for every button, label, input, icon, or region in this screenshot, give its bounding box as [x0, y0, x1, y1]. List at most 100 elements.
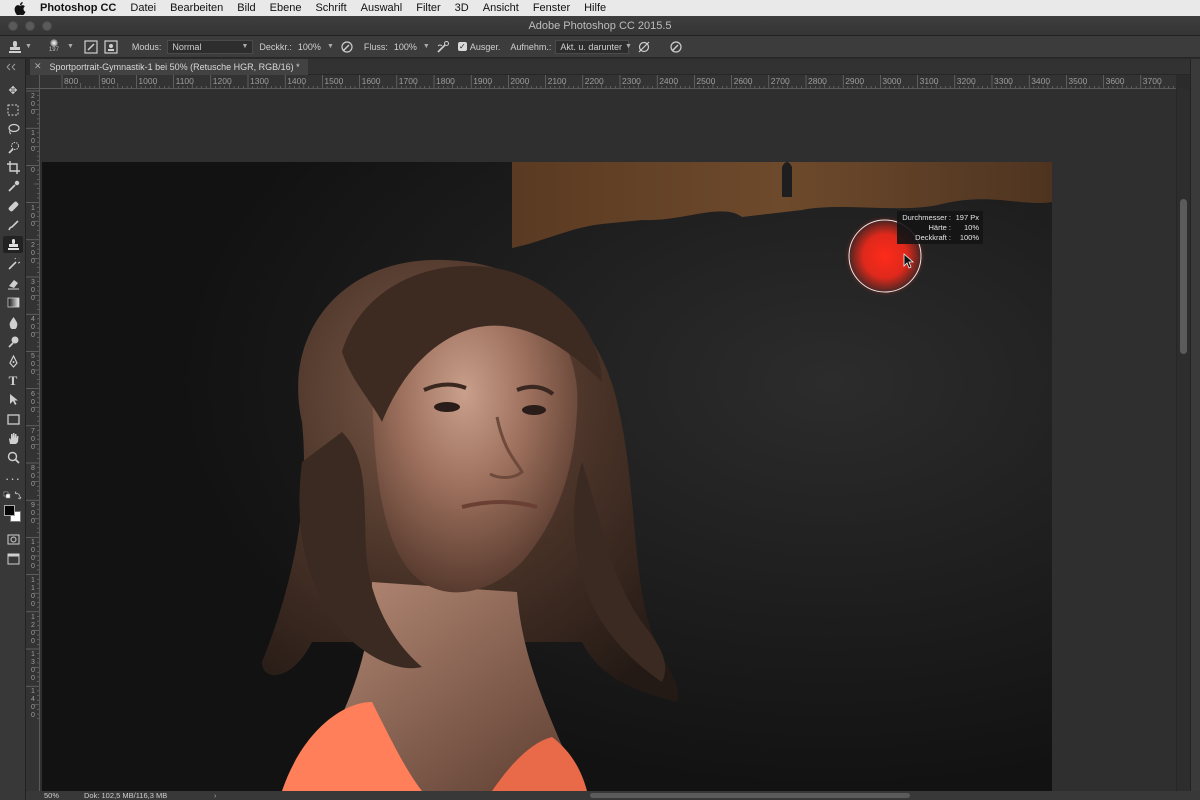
brush-info-tooltip: Durchmesser : 197 Px Härte : 10% Deckkra… — [897, 211, 983, 244]
dodge-tool-icon[interactable] — [3, 333, 23, 350]
chevron-down-icon: ▼ — [25, 43, 32, 50]
portrait-photo — [42, 162, 1052, 791]
ruler-top-label: 3300 — [994, 76, 1013, 86]
menu-ansicht[interactable]: Ansicht — [483, 2, 519, 14]
vertical-ruler[interactable]: 2001000100200300400500600700800900100011… — [26, 89, 40, 791]
zoom-tool-icon[interactable] — [3, 449, 23, 466]
menu-app-photoshop[interactable]: Photoshop CC — [40, 2, 116, 14]
window-close-button[interactable] — [8, 20, 18, 31]
default-colors-icon[interactable] — [3, 491, 23, 501]
close-icon[interactable]: ✕ — [34, 61, 42, 72]
marquee-tool-icon[interactable] — [3, 101, 23, 118]
menu-bearbeiten[interactable]: Bearbeiten — [170, 2, 223, 14]
move-tool-icon[interactable]: ✥ — [3, 82, 23, 99]
brush-preset-picker[interactable]: 197 ▼ — [44, 38, 74, 56]
menu-auswahl[interactable]: Auswahl — [361, 2, 403, 14]
document-image[interactable] — [42, 162, 1052, 791]
window-title: Adobe Photoshop CC 2015.5 — [528, 19, 672, 32]
ruler-top-label: 3400 — [1031, 76, 1051, 86]
healing-brush-tool-icon[interactable] — [3, 198, 23, 215]
zoom-level[interactable]: 50% — [44, 791, 84, 800]
ruler-top-label: 2600 — [733, 76, 753, 86]
document-tab[interactable]: ✕ Sportportrait-Gymnastik-1 bei 50% (Ret… — [30, 58, 308, 75]
ruler-left-label: 1000 — [31, 539, 35, 571]
right-panel-edge[interactable] — [1190, 59, 1200, 800]
ruler-top-label: 2400 — [659, 76, 679, 86]
menu-datei[interactable]: Datei — [130, 2, 156, 14]
quick-mask-icon[interactable] — [3, 531, 23, 548]
ruler-top-label: 1300 — [250, 76, 269, 86]
quick-selection-tool-icon[interactable] — [3, 139, 23, 156]
pen-tool-icon[interactable] — [3, 353, 23, 370]
clone-source-panel-icon[interactable] — [104, 39, 118, 54]
clone-stamp-tool-icon[interactable] — [3, 236, 23, 253]
opacity-input[interactable]: 100% — [295, 42, 324, 52]
mode-select[interactable]: Normal ▼ — [167, 39, 254, 54]
menu-fenster[interactable]: Fenster — [533, 2, 570, 14]
mode-value: Normal — [172, 41, 202, 52]
type-tool-icon[interactable]: T — [3, 372, 23, 389]
brush-opacity-value: 100% — [959, 233, 979, 242]
ruler-origin[interactable] — [26, 75, 40, 89]
ruler-top-label: 1900 — [473, 76, 493, 86]
brush-hardness-value: 10% — [963, 223, 979, 232]
chevron-down-icon[interactable]: ▼ — [423, 43, 430, 50]
history-brush-tool-icon[interactable] — [3, 256, 23, 273]
pressure-size-icon[interactable] — [669, 40, 683, 54]
ruler-top-label: 3200 — [956, 76, 976, 86]
ruler-top-label: 3500 — [1068, 76, 1088, 86]
screen-mode-icon[interactable] — [3, 550, 23, 567]
path-selection-tool-icon[interactable] — [3, 391, 23, 408]
vertical-scrollbar[interactable] — [1176, 89, 1190, 791]
menu-3d[interactable]: 3D — [455, 2, 469, 14]
rectangle-tool-icon[interactable] — [3, 411, 23, 428]
menu-hilfe[interactable]: Hilfe — [584, 2, 606, 14]
hand-tool-icon[interactable] — [3, 430, 23, 447]
mode-label: Modus: — [131, 41, 162, 52]
apple-menu-icon[interactable] — [14, 1, 26, 15]
chevron-down-icon: ▼ — [66, 43, 74, 50]
ruler-top-label: 2200 — [584, 76, 604, 86]
gradient-tool-icon[interactable] — [3, 294, 23, 311]
vertical-scroll-thumb[interactable] — [1180, 199, 1187, 354]
aligned-checkbox[interactable]: ✓ Ausger. — [457, 42, 500, 52]
menu-filter[interactable]: Filter — [416, 2, 440, 14]
horizontal-ruler[interactable]: 800 900 1000 1100 1200 1300 1400 1500 1600 1700 18… — [40, 75, 1176, 89]
window-minimize-button[interactable] — [25, 20, 35, 31]
sample-select[interactable]: Akt. u. darunter ▼ — [555, 39, 632, 54]
options-bar: ▼ 197 ▼ Modus: Normal ▼ Deckkr.: 100% ▼ — [0, 36, 1200, 58]
tool-preset-picker[interactable]: ▼ — [8, 40, 32, 54]
menu-ebene[interactable]: Ebene — [270, 2, 302, 14]
foreground-color-swatch[interactable] — [4, 505, 15, 516]
ruler-left-label: 200 — [31, 241, 35, 265]
flow-input[interactable]: 100% — [391, 42, 420, 52]
airbrush-icon[interactable] — [436, 40, 450, 54]
pressure-opacity-icon[interactable] — [340, 40, 354, 54]
menu-bild[interactable]: Bild — [237, 2, 255, 14]
blur-tool-icon[interactable] — [3, 314, 23, 331]
canvas-area[interactable] — [40, 89, 1176, 791]
horizontal-scroll-thumb[interactable] — [590, 793, 910, 798]
eyedropper-tool-icon[interactable] — [3, 178, 23, 195]
ruler-top-label: 2500 — [696, 76, 716, 86]
ruler-top-label: 1700 — [398, 76, 418, 86]
brush-tip-icon — [49, 39, 58, 47]
ruler-top-label: 2800 — [808, 76, 827, 86]
menu-schrift[interactable]: Schrift — [315, 2, 346, 14]
ruler-left-label: 1200 — [31, 613, 35, 645]
window-zoom-button[interactable] — [42, 20, 52, 31]
ruler-left-label: 700 — [31, 427, 35, 451]
chevron-down-icon[interactable]: ▼ — [327, 43, 334, 50]
crop-tool-icon[interactable] — [3, 159, 23, 176]
ruler-top-label: 3100 — [919, 76, 939, 86]
more-tools-icon[interactable]: ··· — [3, 470, 23, 487]
brush-panel-toggle-icon[interactable] — [84, 39, 98, 54]
panel-collapse-icon[interactable] — [4, 62, 22, 72]
lasso-tool-icon[interactable] — [3, 120, 23, 137]
ruler-top-label: 1600 — [361, 76, 381, 86]
status-menu-arrow[interactable]: › — [214, 791, 217, 800]
brush-tool-icon[interactable] — [3, 217, 23, 234]
ruler-top-label: 3700 — [1142, 76, 1162, 86]
ignore-adjustment-layers-icon[interactable] — [637, 40, 651, 54]
eraser-tool-icon[interactable] — [3, 275, 23, 292]
